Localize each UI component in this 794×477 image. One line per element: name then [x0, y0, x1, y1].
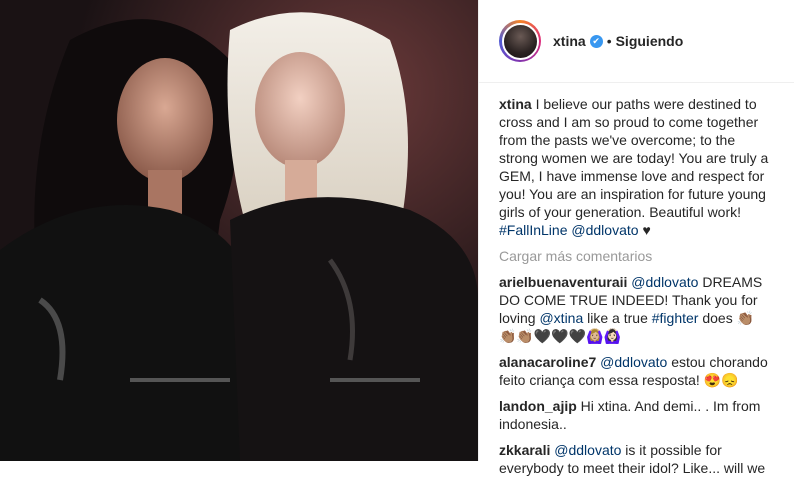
- caption-mention-link[interactable]: @ddlovato: [571, 222, 638, 238]
- comment-mention-link[interactable]: @ddlovato: [631, 274, 698, 290]
- comments-panel: xtina ✔ • Siguiendo xtina I believe our …: [478, 0, 794, 476]
- comment-mention-link[interactable]: @ddlovato: [600, 354, 667, 370]
- avatar-icon[interactable]: [499, 20, 541, 62]
- comment-text: does 👏🏽: [698, 310, 755, 326]
- comment-username[interactable]: zkkarali: [499, 442, 550, 458]
- comment-item: zkkarali @ddlovato is it possible for ev…: [499, 441, 774, 477]
- caption-text: I believe our paths were destined to cro…: [499, 96, 769, 220]
- comment-text: like a true: [583, 310, 652, 326]
- comment-mention-link[interactable]: @xtina: [539, 310, 583, 326]
- comment-item: arielbuenaventuraii @ddlovato DREAMS DO …: [499, 273, 774, 345]
- comment-item: alanacaroline7 @ddlovato estou chorando …: [499, 353, 774, 389]
- heart-emoji: ♥: [642, 222, 651, 238]
- photo-illustration: [0, 0, 478, 461]
- caption: xtina I believe our paths were destined …: [499, 95, 774, 239]
- follow-status-button[interactable]: Siguiendo: [616, 33, 684, 49]
- comment-username[interactable]: landon_ajip: [499, 398, 577, 414]
- comment-username[interactable]: alanacaroline7: [499, 354, 596, 370]
- post-photo[interactable]: [0, 0, 478, 461]
- comment-item: landon_ajip Hi xtina. And demi.. . Im fr…: [499, 397, 774, 433]
- verified-badge-icon: ✔: [589, 34, 603, 48]
- comment-emoji: 👏🏽👏🏽🖤🖤🖤🙆🏼‍♀️🙆🏻‍♀️: [499, 328, 622, 344]
- avatar-image: [501, 22, 539, 60]
- comment-hashtag-link[interactable]: #fighter: [652, 310, 699, 326]
- post-container: xtina ✔ • Siguiendo xtina I believe our …: [0, 0, 794, 476]
- caption-hashtag-link[interactable]: #FallInLine: [499, 222, 568, 238]
- post-username[interactable]: xtina: [553, 33, 586, 49]
- caption-username[interactable]: xtina: [499, 96, 532, 112]
- separator-dot: •: [606, 33, 612, 49]
- comment-mention-link[interactable]: @ddlovato: [554, 442, 621, 458]
- load-more-comments-button[interactable]: Cargar más comentarios: [499, 247, 774, 265]
- post-header: xtina ✔ • Siguiendo: [479, 0, 794, 83]
- comment-username[interactable]: arielbuenaventuraii: [499, 274, 627, 290]
- comments-list: xtina I believe our paths were destined …: [479, 83, 794, 477]
